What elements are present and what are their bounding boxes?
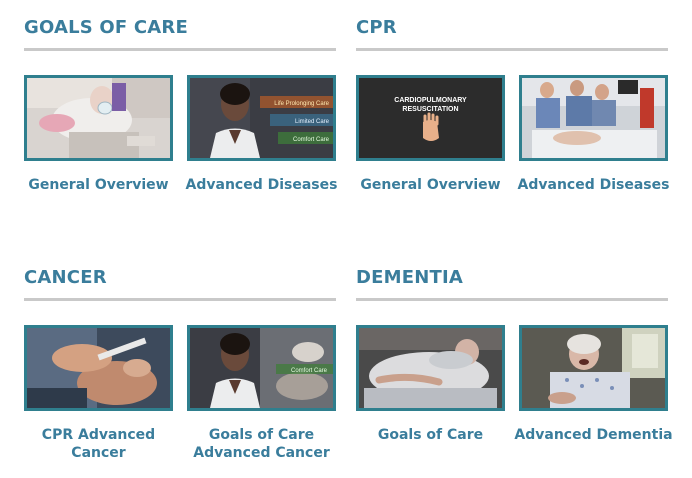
overlay-comfort-care: Comfort Care	[293, 137, 330, 143]
caption-line: Goals of Care	[377, 427, 484, 443]
section-title: CPR	[356, 17, 397, 38]
patient-in-hospital-bed-image	[359, 328, 502, 408]
overlay-resuscitation: RESUSCITATION	[402, 106, 458, 113]
section-divider	[356, 48, 668, 51]
caption-line: General Overview	[360, 177, 501, 193]
video-caption[interactable]: Advanced Dementia	[509, 426, 678, 444]
section-title: DEMENTIA	[356, 267, 464, 288]
section-cpr: CPR CARDIOPULMONARY RESUSCITATION Genera…	[356, 17, 669, 217]
section-divider	[24, 298, 336, 301]
video-caption[interactable]: Advanced Diseases	[177, 176, 346, 194]
caption-line: Cancer	[71, 445, 126, 461]
section-dementia: DEMENTIA Goals of Care Advanced Dementia	[356, 267, 673, 467]
video-caption[interactable]: Goals of Care Advanced Cancer	[177, 426, 346, 462]
caption-line: Advanced Diseases	[185, 177, 338, 193]
video-thumbnail[interactable]	[24, 325, 173, 411]
video-thumbnail[interactable]: Life Prolonging Care Limited Care Comfor…	[187, 75, 336, 161]
doctor-comfort-care-image: Comfort Care	[190, 328, 333, 408]
caption-line: Advanced Diseases	[517, 177, 670, 193]
video-caption[interactable]: General Overview	[14, 176, 183, 194]
overlay-life-prolonging-care: Life Prolonging Care	[274, 101, 329, 107]
hospital-cpr-team-image	[522, 78, 665, 158]
video-thumbnail[interactable]: Comfort Care	[187, 325, 336, 411]
video-thumbnail[interactable]	[356, 325, 505, 411]
section-goals-of-care: GOALS OF CARE General Overview Life Prol…	[24, 17, 337, 217]
cpr-title-card-image: CARDIOPULMONARY RESUSCITATION	[359, 78, 502, 158]
doctor-levels-of-care-image: Life Prolonging Care Limited Care Comfor…	[190, 78, 333, 158]
elderly-woman-in-bed-image	[522, 328, 665, 408]
overlay-limited-care: Limited Care	[295, 119, 330, 125]
section-divider	[24, 48, 336, 51]
video-caption[interactable]: Goals of Care	[346, 426, 515, 444]
video-caption[interactable]: General Overview	[346, 176, 515, 194]
section-cancer: CANCER CPR Advanced Cancer Comfort Care …	[24, 267, 336, 467]
video-thumbnail[interactable]	[24, 75, 173, 161]
section-divider	[356, 298, 668, 301]
intubation-closeup-image	[27, 328, 170, 408]
caption-line: Advanced Dementia	[514, 427, 673, 443]
caption-line: General Overview	[28, 177, 169, 193]
video-caption[interactable]: Advanced Diseases	[509, 176, 678, 194]
section-title: CANCER	[24, 267, 107, 288]
section-title: GOALS OF CARE	[24, 17, 188, 38]
overlay-comfort-care: Comfort Care	[291, 368, 328, 374]
video-thumbnail[interactable]	[519, 325, 668, 411]
video-caption[interactable]: CPR Advanced Cancer	[14, 426, 183, 462]
overlay-cardiopulmonary: CARDIOPULMONARY	[394, 97, 467, 104]
caption-line: Advanced Cancer	[193, 445, 330, 461]
video-thumbnail[interactable]: CARDIOPULMONARY RESUSCITATION	[356, 75, 505, 161]
caption-line: CPR Advanced	[41, 427, 156, 443]
video-thumbnail[interactable]	[519, 75, 668, 161]
elderly-patient-oxygen-mask-image	[27, 78, 170, 158]
caption-line: Goals of Care	[208, 427, 315, 443]
